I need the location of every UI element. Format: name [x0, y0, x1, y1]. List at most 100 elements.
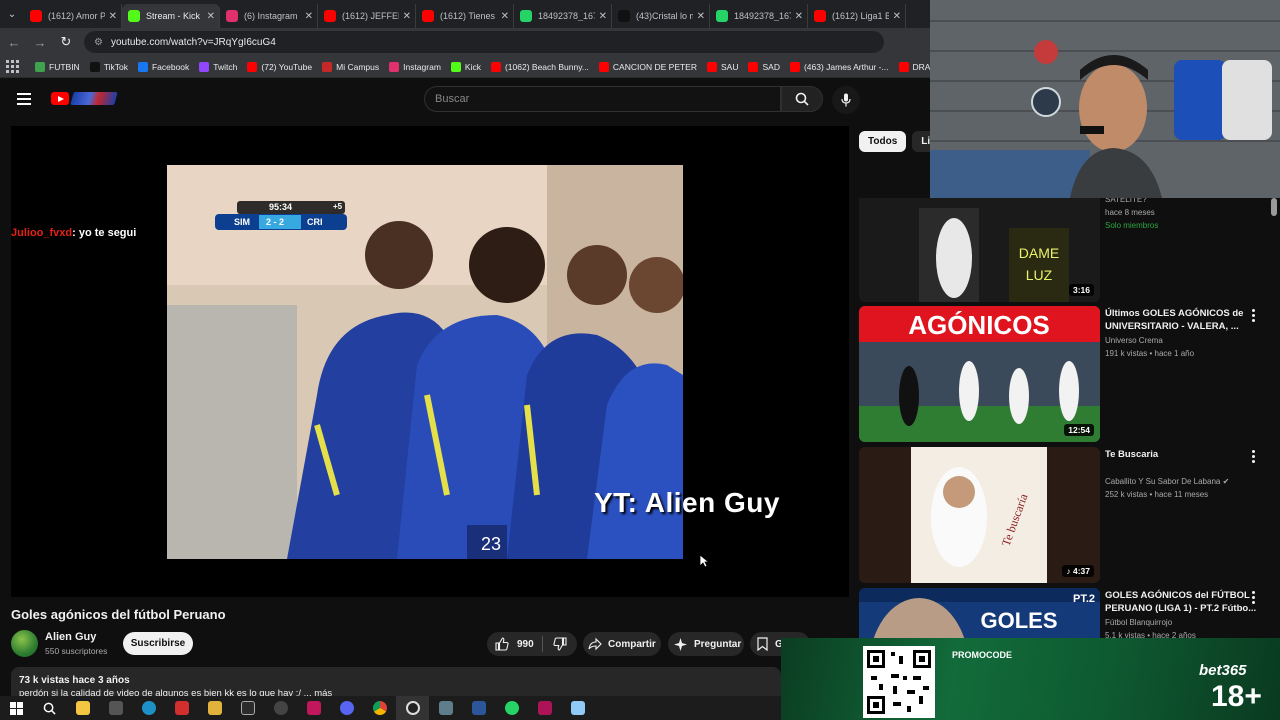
- taskbar-app-obs[interactable]: [264, 696, 297, 720]
- bookmark-item[interactable]: Mi Campus: [322, 61, 379, 72]
- whatsapp-icon: [504, 701, 519, 715]
- bookmark-label: CANCION DE PETER: [612, 61, 697, 72]
- taskbar-app-whatsapp[interactable]: [495, 696, 528, 720]
- sidebar-scrollbar[interactable]: [1271, 198, 1277, 216]
- taskbar-app-word[interactable]: [462, 696, 495, 720]
- video-thumbnail[interactable]: DAME LUZ 3:16: [859, 198, 1100, 302]
- taskbar-app-game[interactable]: [99, 696, 132, 720]
- browser-tab[interactable]: (1612) Amor P ✕: [24, 4, 122, 28]
- channel-name[interactable]: Alien Guy: [45, 631, 96, 643]
- tab-search-dropdown-icon[interactable]: ⌄: [0, 0, 24, 28]
- video-thumbnail[interactable]: Te buscaría ♪ 4:37: [859, 447, 1100, 583]
- bookmark-item[interactable]: SAD: [748, 61, 780, 72]
- browser-tab[interactable]: (1612) Tienes ✕: [416, 4, 514, 28]
- menu-icon[interactable]: [17, 93, 31, 105]
- browser-tab[interactable]: (6) Instagram ✕: [220, 4, 318, 28]
- bookmark-item[interactable]: Kick: [450, 61, 481, 72]
- site-info-icon[interactable]: ⚙: [94, 37, 103, 48]
- video-player[interactable]: Julioo_fvxd: yo te segui 23 95:34 +5 SIM…: [11, 126, 849, 597]
- more-options-icon[interactable]: [1252, 450, 1256, 463]
- back-icon[interactable]: ←: [2, 35, 26, 50]
- share-button[interactable]: Compartir: [583, 632, 661, 656]
- taskbar-app-files[interactable]: [66, 696, 99, 720]
- close-tab-icon[interactable]: ✕: [403, 11, 411, 22]
- bookmark-favicon-icon: [247, 61, 258, 72]
- video-duration: 3:16: [1068, 284, 1094, 296]
- recommended-video[interactable]: AGÓNICOS 12:54 Últimos GOLES AGÓNICOS de U…: [859, 306, 1280, 442]
- youtube-logo-icon[interactable]: [51, 92, 69, 105]
- browser-tab[interactable]: 18492378_167 ✕: [514, 4, 612, 28]
- share-icon: [588, 637, 602, 651]
- browser-tab-label: (1612) Liga1 B: [832, 11, 889, 21]
- sponsor-banner: PROMOCODE bet365 18+: [781, 638, 1280, 720]
- close-tab-icon[interactable]: ✕: [109, 11, 117, 22]
- close-tab-icon[interactable]: ✕: [305, 11, 313, 22]
- taskbar-search-button[interactable]: [33, 696, 66, 720]
- close-tab-icon[interactable]: ✕: [893, 11, 901, 22]
- reload-icon[interactable]: ↻: [54, 34, 78, 50]
- bookmark-item[interactable]: TikTok: [89, 61, 128, 72]
- bookmark-item[interactable]: Twitch: [199, 61, 237, 72]
- close-tab-icon[interactable]: ✕: [697, 11, 705, 22]
- browser-tab[interactable]: Stream - Kick ✕: [122, 4, 220, 28]
- bookmark-item[interactable]: (72) YouTube: [247, 61, 312, 72]
- voice-search-button[interactable]: [832, 86, 860, 114]
- recommended-video-channel[interactable]: Universo Crema: [1105, 336, 1163, 345]
- chip-all[interactable]: Todos: [859, 131, 907, 152]
- channel-avatar[interactable]: [11, 630, 38, 657]
- taskbar-app-edge[interactable]: [132, 696, 165, 720]
- video-thumbnail[interactable]: AGÓNICOS 12:54: [859, 306, 1100, 442]
- close-tab-icon[interactable]: ✕: [207, 11, 215, 22]
- taskbar-app-red[interactable]: [165, 696, 198, 720]
- apps-grid-icon[interactable]: [6, 59, 19, 74]
- close-tab-icon[interactable]: ✕: [795, 11, 803, 22]
- recommended-video-title[interactable]: GOLES AGÓNICOS del FÚTBOL PERUANO (LIGA …: [1105, 589, 1260, 615]
- taskbar-app-pink2[interactable]: [528, 696, 561, 720]
- subscribe-button[interactable]: Suscribirse: [123, 632, 193, 655]
- taskbar-app-discord[interactable]: [330, 696, 363, 720]
- recommended-video-title[interactable]: Últimos GOLES AGÓNICOS de UNIVERSITARIO …: [1105, 307, 1260, 333]
- recommended-video[interactable]: DAME LUZ 3:16 SATELITE? hace 8 meses Solo mie…: [859, 195, 1280, 302]
- recommended-video-title[interactable]: Te Buscaria: [1105, 448, 1260, 461]
- search-button[interactable]: [781, 86, 823, 112]
- dislike-icon[interactable]: [553, 637, 567, 651]
- recommended-video-channel[interactable]: Fútbol Blanquirrojo: [1105, 618, 1172, 627]
- taskbar-app-calculator[interactable]: [429, 696, 462, 720]
- bookmark-item[interactable]: CANCION DE PETER: [598, 61, 697, 72]
- recommended-video-channel[interactable]: Caballito Y Su Sabor De Labana ✔: [1105, 477, 1229, 486]
- taskbar-app-chrome[interactable]: [363, 696, 396, 720]
- bookmark-item[interactable]: (1062) Beach Bunny...: [490, 61, 589, 72]
- more-options-icon[interactable]: [1252, 591, 1256, 604]
- more-options-icon[interactable]: [1252, 309, 1256, 322]
- close-tab-icon[interactable]: ✕: [599, 11, 607, 22]
- bookmark-favicon-icon: [898, 61, 909, 72]
- search-input[interactable]: [424, 86, 781, 112]
- browser-tab[interactable]: 18492378_167 ✕: [710, 4, 808, 28]
- browser-tab-label: (1612) Tienes: [440, 11, 496, 21]
- close-tab-icon[interactable]: ✕: [501, 11, 509, 22]
- bookmark-item[interactable]: Facebook: [137, 61, 189, 72]
- taskbar-app-arrow[interactable]: [231, 696, 264, 720]
- taskbar-app-explorer[interactable]: [198, 696, 231, 720]
- qr-code: [863, 646, 935, 718]
- bookmark-item[interactable]: FUTBIN: [35, 61, 80, 72]
- bookmark-item[interactable]: SAU: [707, 61, 738, 72]
- bookmark-item[interactable]: (463) James Arthur -...: [789, 61, 889, 72]
- browser-tab[interactable]: (1612) JEFFERS ✕: [318, 4, 416, 28]
- address-bar[interactable]: ⚙ youtube.com/watch?v=JRqYgI6cuG4: [84, 31, 884, 53]
- bookmark-item[interactable]: Instagram: [389, 61, 441, 72]
- like-icon[interactable]: [495, 637, 509, 651]
- like-count[interactable]: 990: [517, 639, 534, 650]
- taskbar-app-chrome-active[interactable]: [396, 696, 429, 720]
- youtube-header: [0, 78, 930, 122]
- taskbar-app-pink[interactable]: [297, 696, 330, 720]
- taskbar-app-notes[interactable]: [561, 696, 594, 720]
- ask-button[interactable]: Preguntar: [668, 632, 744, 656]
- custom-logo-doodle[interactable]: [70, 92, 118, 105]
- forward-icon[interactable]: →: [28, 35, 52, 50]
- browser-tab[interactable]: (1612) Liga1 B ✕: [808, 4, 906, 28]
- whatsapp-icon: [520, 10, 532, 22]
- start-button[interactable]: [0, 696, 33, 720]
- recommended-video[interactable]: Te buscaría ♪ 4:37 Te Buscaria Caballito Y …: [859, 447, 1280, 583]
- browser-tab[interactable]: (43)Cristal lo m ✕: [612, 4, 710, 28]
